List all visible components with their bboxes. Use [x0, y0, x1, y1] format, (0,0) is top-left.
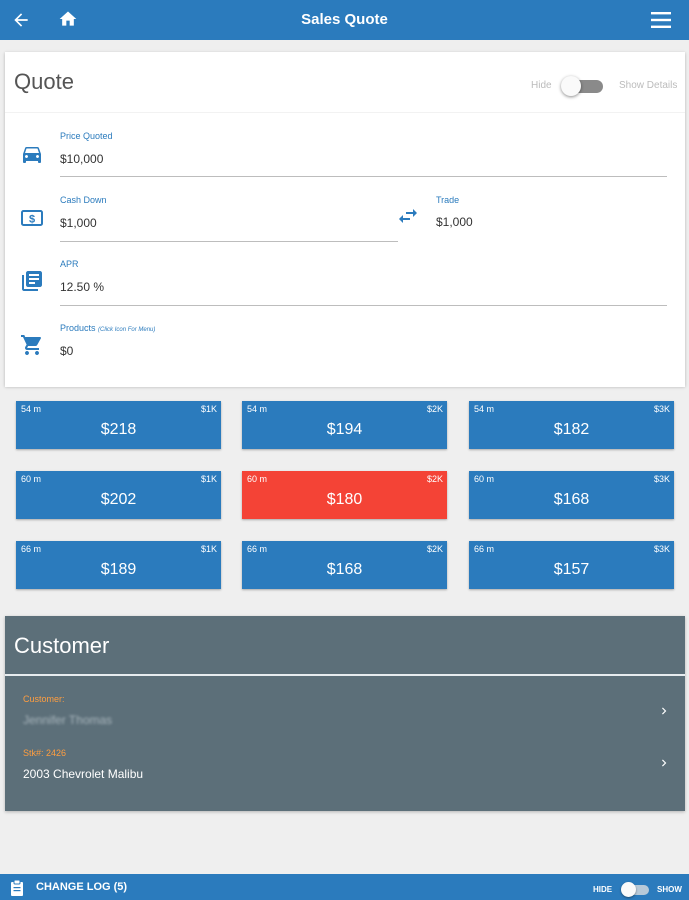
products-hint: (Click Icon For Menu) — [98, 327, 156, 333]
payment-term: 60 m — [21, 474, 42, 484]
customer-row[interactable]: Customer: Jennifer Thomas — [5, 694, 685, 740]
payment-down: $1K — [200, 474, 217, 484]
payment-term: 54 m — [21, 404, 42, 414]
payment-amount: $157 — [553, 561, 590, 578]
payment-term: 66 m — [247, 544, 268, 554]
shopping-cart-icon[interactable] — [20, 333, 44, 357]
page-title: Sales Quote — [301, 11, 388, 28]
clipboard-icon — [11, 879, 23, 896]
payment-tile-66m-3k[interactable]: 66 m $3K $157 — [469, 541, 674, 589]
payment-tile-60m-3k[interactable]: 60 m $3K $168 — [469, 471, 674, 519]
trade-input[interactable]: $1,000 — [436, 215, 473, 229]
change-log-bar: CHANGE LOG (5) HIDE SHOW — [0, 874, 689, 900]
toggle-knob — [561, 76, 581, 96]
hamburger-menu-icon[interactable] — [651, 11, 671, 29]
payment-down: $3K — [653, 404, 670, 414]
trade-label: Trade — [436, 195, 460, 205]
toggle-knob — [621, 882, 636, 897]
customer-label: Customer: — [23, 694, 65, 704]
payment-tile-66m-2k[interactable]: 66 m $2K $168 — [242, 541, 447, 589]
payment-down: $1K — [200, 544, 217, 554]
payment-term: 54 m — [247, 404, 268, 414]
payment-down: $2K — [426, 474, 443, 484]
show-details-toggle[interactable] — [561, 76, 603, 96]
cash-down-underline — [60, 241, 398, 242]
document-list-icon — [22, 271, 42, 291]
chevron-right-icon — [662, 759, 667, 767]
change-log-show-label: SHOW — [657, 885, 682, 894]
payment-term: 66 m — [21, 544, 42, 554]
cash-down-input[interactable]: $1,000 — [60, 216, 97, 230]
details-show-label: Show Details — [619, 80, 678, 91]
payment-amount: $168 — [326, 561, 363, 578]
apr-input[interactable]: 12.50 % — [60, 280, 104, 294]
details-hide-label: Hide — [531, 80, 552, 91]
apr-underline — [60, 305, 667, 306]
vehicle-name: 2003 Chevrolet Malibu — [23, 767, 144, 781]
vehicle-row[interactable]: Stk#: 2426 2003 Chevrolet Malibu — [5, 748, 685, 794]
quote-fields: Price Quoted $10,000 $ Cash Down $1,000 … — [5, 112, 685, 387]
payment-tile-60m-1k[interactable]: 60 m $1K $202 — [16, 471, 221, 519]
payment-amount: $180 — [326, 491, 363, 508]
payment-amount: $202 — [100, 491, 137, 508]
payment-down: $1K — [200, 404, 217, 414]
apr-label: APR — [60, 259, 79, 269]
change-log-button[interactable]: CHANGE LOG (5) — [36, 881, 127, 893]
products-label-text: Products — [60, 323, 96, 333]
quote-card: Quote Hide Show Details Price Quoted $10… — [5, 52, 685, 387]
top-app-bar: Sales Quote — [0, 0, 689, 40]
payment-down: $3K — [653, 474, 670, 484]
payment-term: 60 m — [247, 474, 268, 484]
payment-tile-54m-2k[interactable]: 54 m $2K $194 — [242, 401, 447, 449]
payment-down: $2K — [426, 404, 443, 414]
customer-name: Jennifer Thomas — [23, 713, 113, 727]
car-icon — [23, 147, 41, 163]
cash-down-label: Cash Down — [60, 195, 107, 205]
customer-divider — [5, 674, 685, 676]
payment-term: 66 m — [474, 544, 495, 554]
payment-amount: $168 — [553, 491, 590, 508]
dollar-bill-icon[interactable]: $ — [20, 206, 44, 230]
arrow-left-icon[interactable] — [11, 10, 31, 30]
change-log-hide-label: HIDE — [593, 885, 613, 894]
payment-term: 54 m — [474, 404, 495, 414]
payment-tile-66m-1k[interactable]: 66 m $1K $189 — [16, 541, 221, 589]
payment-tile-54m-3k[interactable]: 54 m $3K $182 — [469, 401, 674, 449]
payment-tile-60m-2k-selected[interactable]: 60 m $2K $180 — [242, 471, 447, 519]
payment-amount: $194 — [326, 421, 363, 438]
home-icon[interactable] — [58, 9, 78, 29]
payment-down: $2K — [426, 544, 443, 554]
payment-amount: $218 — [100, 421, 137, 438]
customer-card: Customer Customer: Jennifer Thomas Stk#:… — [5, 616, 685, 811]
change-log-toggle[interactable] — [619, 882, 651, 897]
payment-down: $3K — [653, 544, 670, 554]
payment-amount: $182 — [553, 421, 590, 438]
quote-header: Quote Hide Show Details — [5, 52, 685, 112]
payment-tile-54m-1k[interactable]: 54 m $1K $218 — [16, 401, 221, 449]
svg-text:$: $ — [29, 214, 35, 226]
payment-amount: $189 — [100, 561, 137, 578]
chevron-right-icon — [662, 707, 667, 715]
price-quoted-underline — [60, 176, 667, 177]
price-quoted-input[interactable]: $10,000 — [60, 152, 103, 166]
stock-number-label: Stk#: 2426 — [23, 748, 67, 758]
products-label: Products (Click Icon For Menu) — [60, 323, 155, 333]
price-quoted-label: Price Quoted — [60, 131, 113, 141]
quote-title: Quote — [14, 69, 74, 94]
swap-arrows-icon[interactable] — [396, 204, 420, 228]
payment-term: 60 m — [474, 474, 495, 484]
customer-title: Customer — [14, 633, 110, 658]
products-value: $0 — [60, 344, 74, 358]
